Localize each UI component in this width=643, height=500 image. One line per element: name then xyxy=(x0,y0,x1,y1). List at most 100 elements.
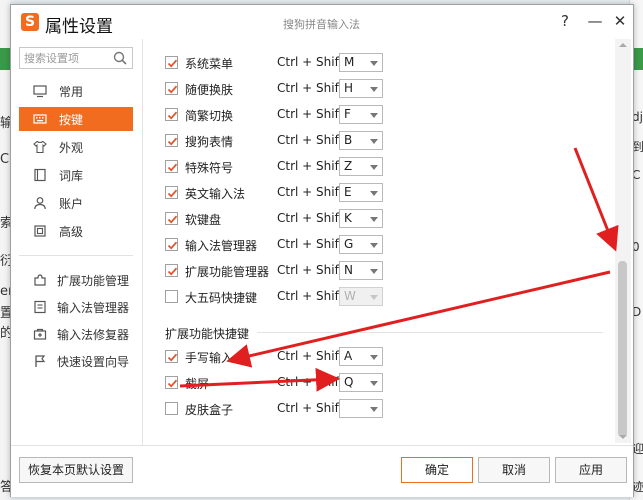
sidebar-item-keys[interactable]: 按键 xyxy=(19,107,133,131)
key-value: F xyxy=(344,107,351,121)
key-value: A xyxy=(344,349,353,363)
minimize-button[interactable]: — xyxy=(585,11,605,31)
search-icon[interactable] xyxy=(112,50,128,66)
shortcut-label: 软键盘 xyxy=(185,213,222,227)
background-text: 衍 xyxy=(0,254,10,269)
sidebar-item-account[interactable]: 账户 xyxy=(19,191,133,215)
shortcut-checkbox[interactable] xyxy=(165,186,178,199)
key-select[interactable]: F xyxy=(339,105,383,124)
key-value: M xyxy=(344,55,355,69)
shirt-icon xyxy=(33,140,47,154)
key-select[interactable]: A xyxy=(339,347,383,366)
key-value: Z xyxy=(344,159,353,173)
shortcut-label: 手写输入 xyxy=(185,351,234,365)
help-button[interactable]: ? xyxy=(555,11,575,31)
settings-window: S 属性设置 搜狗拼音输入法 ? — ✕ 常用 按键 外观 词库 账户 xyxy=(10,4,634,497)
tool-extension-manager[interactable]: 扩展功能管理 xyxy=(19,269,137,291)
key-value: E xyxy=(344,185,352,199)
search-box[interactable] xyxy=(19,47,133,69)
shortcut-checkbox[interactable] xyxy=(165,82,178,95)
shortcut-row: 搜狗表情 Ctrl + Shift + B xyxy=(165,131,595,151)
key-select[interactable]: B xyxy=(339,131,383,150)
apply-button[interactable]: 应用 xyxy=(555,457,627,483)
shortcut-checkbox[interactable] xyxy=(165,264,178,277)
sidebar-item-label: 词库 xyxy=(59,168,84,183)
dropdown-arrow-icon xyxy=(370,139,378,144)
checkmark-icon xyxy=(167,353,178,362)
shortcut-row: 截屏 Ctrl + Shift + Q xyxy=(165,373,595,393)
dropdown-arrow-icon xyxy=(370,243,378,248)
shortcut-checkbox[interactable] xyxy=(165,350,178,363)
app-name: 搜狗拼音输入法 xyxy=(283,18,360,31)
key-select[interactable]: K xyxy=(339,209,383,228)
key-select[interactable]: H xyxy=(339,79,383,98)
checkmark-icon xyxy=(167,85,178,94)
key-select[interactable]: E xyxy=(339,183,383,202)
key-select[interactable]: Q xyxy=(339,373,383,392)
shortcut-settings-panel: 系统菜单 Ctrl + Shift + M 随便换肤 Ctrl + Shift … xyxy=(143,39,623,445)
close-button[interactable]: ✕ xyxy=(610,11,630,31)
restore-defaults-button[interactable]: 恢复本页默认设置 xyxy=(19,457,133,483)
book-icon xyxy=(34,168,46,182)
shortcut-label: 英文输入法 xyxy=(185,187,246,201)
shortcut-checkbox[interactable] xyxy=(165,212,178,225)
shortcut-row: 扩展功能管理器 Ctrl + Shift + N xyxy=(165,261,595,281)
shortcut-checkbox[interactable] xyxy=(165,108,178,121)
shortcut-checkbox[interactable] xyxy=(165,56,178,69)
search-input[interactable] xyxy=(24,48,110,68)
vertical-scrollbar[interactable] xyxy=(615,39,631,443)
sidebar-item-appearance[interactable]: 外观 xyxy=(19,135,133,159)
checkmark-icon xyxy=(167,379,178,388)
puzzle-icon xyxy=(34,274,46,286)
key-select[interactable]: M xyxy=(339,53,383,72)
sidebar-item-advanced[interactable]: 高级 xyxy=(19,219,133,243)
dropdown-arrow-icon xyxy=(370,87,378,92)
sidebar-item-common[interactable]: 常用 xyxy=(19,79,133,103)
key-value: K xyxy=(344,211,352,225)
title-bar[interactable]: S 属性设置 搜狗拼音输入法 ? — ✕ xyxy=(11,5,633,39)
background-green-strip xyxy=(0,48,10,70)
shortcut-checkbox[interactable] xyxy=(165,376,178,389)
shortcut-row: 输入法管理器 Ctrl + Shift + G xyxy=(165,235,595,255)
key-select[interactable]: N xyxy=(339,261,383,280)
tool-ime-manager[interactable]: 输入法管理器 xyxy=(19,296,137,318)
shortcut-checkbox[interactable] xyxy=(165,402,178,415)
scroll-down-arrow-icon[interactable] xyxy=(619,435,627,439)
dropdown-arrow-icon xyxy=(370,191,378,196)
tool-ime-repair[interactable]: 输入法修复器 xyxy=(19,323,137,345)
shortcut-row: 特殊符号 Ctrl + Shift + Z xyxy=(165,157,595,177)
dropdown-arrow-icon xyxy=(370,269,378,274)
window-title: 属性设置 xyxy=(45,17,113,37)
dropdown-arrow-icon xyxy=(370,61,378,66)
dropdown-arrow-icon xyxy=(370,407,378,412)
cancel-button[interactable]: 取消 xyxy=(478,457,550,483)
shortcut-checkbox[interactable] xyxy=(165,134,178,147)
key-select[interactable] xyxy=(339,399,383,418)
scroll-up-arrow-icon[interactable] xyxy=(619,43,627,47)
monitor-icon xyxy=(33,85,47,98)
scroll-thumb[interactable] xyxy=(618,261,627,437)
sidebar-item-dictionary[interactable]: 词库 xyxy=(19,163,133,187)
key-value: N xyxy=(344,263,353,277)
shortcut-checkbox[interactable] xyxy=(165,238,178,251)
tool-item-label: 输入法管理器 xyxy=(57,300,130,315)
key-value: H xyxy=(344,81,354,95)
section-divider xyxy=(257,332,603,333)
ok-button[interactable]: 确定 xyxy=(401,457,473,483)
shortcut-checkbox[interactable] xyxy=(165,160,178,173)
checkmark-icon xyxy=(167,189,178,198)
sogou-logo-icon: S xyxy=(21,13,39,31)
shortcut-checkbox[interactable] xyxy=(165,290,178,303)
shortcut-row: 手写输入 Ctrl + Shift + A xyxy=(165,347,595,367)
background-text: 的 xyxy=(0,326,10,341)
shortcut-label: 输入法管理器 xyxy=(185,239,258,253)
key-select[interactable]: G xyxy=(339,235,383,254)
dropdown-arrow-icon xyxy=(370,381,378,386)
sidebar-item-label: 高级 xyxy=(59,224,84,239)
key-select[interactable]: Z xyxy=(339,157,383,176)
tool-setup-wizard[interactable]: 快速设置向导 xyxy=(19,350,137,372)
shortcut-label: 随便换肤 xyxy=(185,83,234,97)
shortcut-row: 软键盘 Ctrl + Shift + K xyxy=(165,209,595,229)
shortcut-row: 系统菜单 Ctrl + Shift + M xyxy=(165,53,595,73)
background-text: C xyxy=(0,152,10,167)
